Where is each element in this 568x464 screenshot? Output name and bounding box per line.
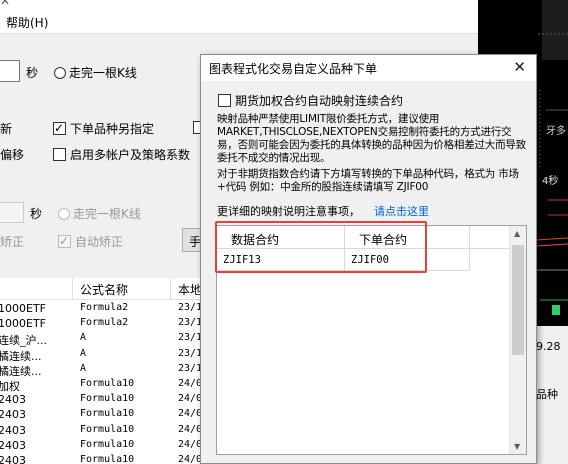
table-cell-formula: Formula10 — [80, 408, 135, 420]
table-cell-formula: Formula2 — [80, 317, 129, 329]
chart-label-1: 牙多 — [546, 126, 566, 137]
chart-line-pink — [535, 243, 568, 247]
radio-icon — [58, 208, 70, 220]
partial-label-3: 矫正 — [0, 235, 25, 249]
table-cell-name: 2403 — [0, 423, 26, 437]
chart-label-3: 品种 — [536, 388, 558, 401]
checkbox-auto-map[interactable]: 期货加权合约自动映射连续合约 — [218, 92, 403, 109]
mapping-grid[interactable]: 数据合约 下单合约 ZJIF13 ZJIF00 ▲ ▼ — [216, 225, 527, 455]
mapping-dialog: 图表程式化交易自定义品种下单 ✕ 期货加权合约自动映射连续合约 映射品种严禁使用… — [200, 54, 537, 464]
seconds-input-1[interactable] — [0, 60, 20, 82]
table-cell-formula: Formula10 — [80, 393, 135, 405]
more-info-link[interactable]: 请点击这里 — [374, 205, 429, 218]
checkbox-specify-symbol-label: 下单品种另指定 — [70, 122, 155, 136]
radio-kline-2-label: 走完一根K线 — [73, 207, 141, 221]
grid-cell-order-contract[interactable]: ZJIF00 — [345, 249, 470, 271]
checkbox-icon — [218, 94, 231, 107]
table-cell-name: 2403 — [0, 454, 26, 464]
table-cell-formula: Formula2 — [80, 302, 129, 313]
chart-bar-green — [552, 305, 560, 315]
checkbox-icon — [53, 120, 66, 136]
table-cell-name: 加权 — [0, 380, 20, 393]
table-cell-name: 2403 — [0, 408, 26, 422]
table-cell-name: 橘连续... — [0, 364, 42, 378]
radio-icon — [54, 67, 66, 79]
menu-help[interactable]: 帮助(H) — [6, 14, 48, 31]
column-divider — [72, 278, 73, 300]
more-info-text: 更详细的映射说明注意事项， — [217, 205, 360, 218]
seconds-unit-2: 秒 — [30, 207, 43, 221]
grid-scrollbar[interactable]: ▲ ▼ — [509, 226, 526, 454]
scroll-down-icon[interactable]: ▼ — [514, 442, 520, 451]
checkbox-multi-account-label: 启用多帐户及策略系数 — [70, 148, 191, 162]
grid-cell-data-contract[interactable]: ZJIF13 — [217, 249, 345, 271]
column-divider — [170, 278, 171, 300]
background-titlebar: ✕ — [0, 0, 478, 10]
table-cell-name: 1000ETF — [0, 317, 46, 331]
scroll-up-icon[interactable]: ▲ — [514, 229, 520, 238]
dialog-title: 图表程式化交易自定义品种下单 — [209, 62, 378, 76]
table-cell-name: 连续_沪... — [0, 334, 47, 348]
table-cell-name: 1000ETF — [0, 302, 46, 315]
table-cell-name: 橘连续... — [0, 349, 42, 363]
grid-header-data-contract[interactable]: 数据合约 — [217, 226, 345, 249]
radio-kline-1[interactable]: 走完一根K线 — [54, 64, 137, 81]
chart-dark-panel — [542, 0, 568, 60]
checkbox-multi-account[interactable]: 启用多帐户及策略系数 — [53, 146, 190, 163]
radio-kline-1-label: 走完一根K线 — [69, 66, 137, 80]
checkbox-auto-correct[interactable]: 自动矫正 — [58, 233, 123, 250]
table-cell-formula: Formula10 — [80, 423, 135, 435]
partial-label-2: 偏移 — [0, 148, 25, 162]
table-cell-name: 2403 — [0, 438, 26, 452]
grid-header-order-contract[interactable]: 下单合约 — [345, 226, 470, 249]
warning-paragraph: 映射品种严禁使用LIMIT限价委托方式，建议使用MARKET,THISCLOSE… — [217, 113, 526, 164]
chart-label-2: 4秒 — [542, 176, 559, 187]
instruction-paragraph: 对于非期货指数合约请下方填写转换的下单品种代码，格式为 市场+代码 例如：中金所… — [217, 168, 519, 193]
mapping-grid-header: 数据合约 下单合约 — [217, 226, 509, 249]
column-header-formula[interactable]: 公式名称 — [80, 281, 128, 298]
table-cell-formula: Formula10 — [80, 454, 135, 464]
table-cell-formula: Formula10 — [80, 378, 135, 389]
table-cell-formula: Formula10 — [80, 438, 135, 450]
table-cell-formula: A — [80, 347, 87, 359]
seconds-input-2[interactable] — [0, 202, 24, 223]
chart-line-orange — [535, 237, 568, 241]
checkbox-auto-map-label: 期货加权合约自动映射连续合约 — [235, 94, 404, 108]
checkbox-icon — [58, 233, 71, 249]
radio-kline-2[interactable]: 走完一根K线 — [58, 205, 141, 222]
dialog-titlebar: 图表程式化交易自定义品种下单 ✕ — [201, 55, 536, 81]
checkbox-auto-correct-label: 自动矫正 — [75, 235, 124, 249]
table-cell-name: 2403 — [0, 393, 26, 407]
table-cell-formula: A — [80, 362, 87, 374]
chart-price: 9.28 — [536, 340, 561, 353]
partial-label-1: 新 — [0, 122, 13, 136]
checkbox-icon — [53, 148, 66, 161]
scroll-thumb[interactable] — [512, 245, 524, 355]
seconds-unit-1: 秒 — [26, 66, 39, 80]
more-info-row: 更详细的映射说明注意事项， 请点击这里 — [217, 203, 429, 219]
background-menubar: 帮助(H) — [0, 10, 478, 34]
table-cell-formula: A — [80, 332, 87, 344]
column-header-local[interactable]: 本地 — [178, 281, 202, 298]
checkbox-specify-symbol[interactable]: 下单品种另指定 — [53, 120, 154, 137]
background-close-icon[interactable]: ✕ — [0, 0, 464, 8]
close-icon[interactable]: ✕ — [513, 58, 526, 76]
